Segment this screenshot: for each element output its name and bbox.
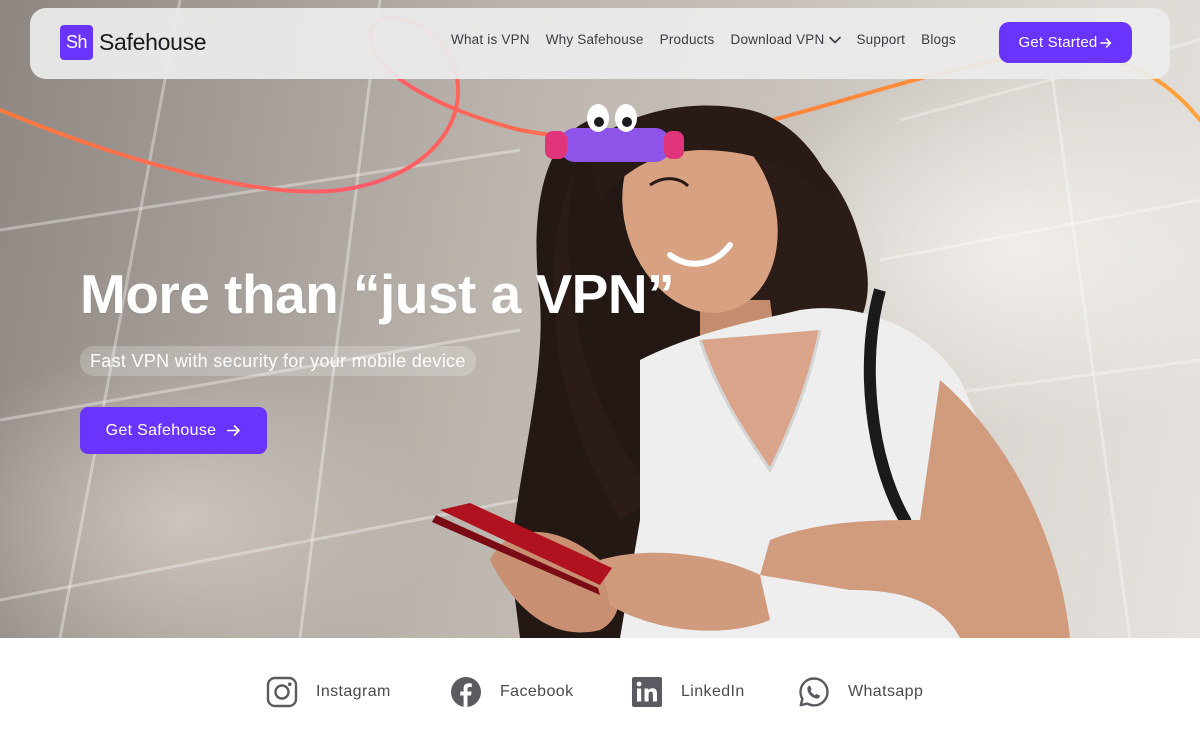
facebook-icon: [451, 677, 481, 707]
logo-name: Safehouse: [99, 29, 207, 55]
arrow-right-icon: [1100, 37, 1112, 48]
social-link-linkedin[interactable]: LinkedIn: [631, 676, 745, 708]
social-label: Whatsapp: [848, 683, 924, 700]
nav-link-label: What is VPN: [451, 32, 530, 47]
nav-link-label: Blogs: [921, 32, 956, 47]
nav-link-what-is-vpn[interactable]: What is VPN: [451, 32, 530, 47]
get-started-button[interactable]: Get Started: [999, 22, 1132, 63]
social-label: Instagram: [316, 683, 391, 700]
nav-link-products[interactable]: Products: [660, 32, 715, 47]
nav-link-label: Products: [659, 32, 715, 47]
social-link-facebook[interactable]: Facebook: [450, 676, 573, 708]
top-navbar: Sh Safehouse What is VPN Why Safehouse P…: [30, 8, 1170, 79]
whatsapp-icon: [799, 677, 829, 707]
nav-link-label: Support: [856, 32, 906, 47]
nav-link-label: Why Safehouse: [545, 32, 644, 47]
get-safehouse-button[interactable]: Get Safehouse: [80, 407, 267, 454]
social-link-instagram[interactable]: Instagram: [266, 676, 391, 708]
get-safehouse-label: Get Safehouse: [105, 421, 217, 439]
nav-link-support[interactable]: Support: [856, 32, 905, 47]
hero-section: Sh Safehouse What is VPN Why Safehouse P…: [0, 0, 1200, 638]
arrow-right-icon: [227, 425, 241, 436]
instagram-icon: [266, 676, 298, 708]
social-link-whatsapp[interactable]: Whatsapp: [798, 676, 923, 708]
nav-links: What is VPN Why Safehouse Products Downl…: [451, 32, 972, 47]
logo[interactable]: Sh Safehouse: [60, 25, 207, 60]
hero-headline: More than “just a VPN”: [80, 263, 675, 325]
chevron-down-icon: [829, 36, 842, 44]
hero-subheadline: Fast VPN with security for your mobile d…: [80, 346, 476, 376]
nav-link-why-safehouse[interactable]: Why Safehouse: [546, 32, 644, 47]
nav-link-label: Download VPN: [730, 32, 825, 47]
logo-badge: Sh: [60, 25, 93, 60]
nav-link-blogs[interactable]: Blogs: [921, 32, 956, 47]
social-label: LinkedIn: [681, 683, 745, 700]
linkedin-icon: [632, 677, 662, 707]
get-started-label: Get Started: [1018, 34, 1098, 51]
social-links-bar: Instagram Facebook LinkedIn Whatsapp: [0, 638, 1200, 750]
nav-link-download-vpn[interactable]: Download VPN: [731, 32, 843, 47]
social-label: Facebook: [500, 683, 574, 700]
